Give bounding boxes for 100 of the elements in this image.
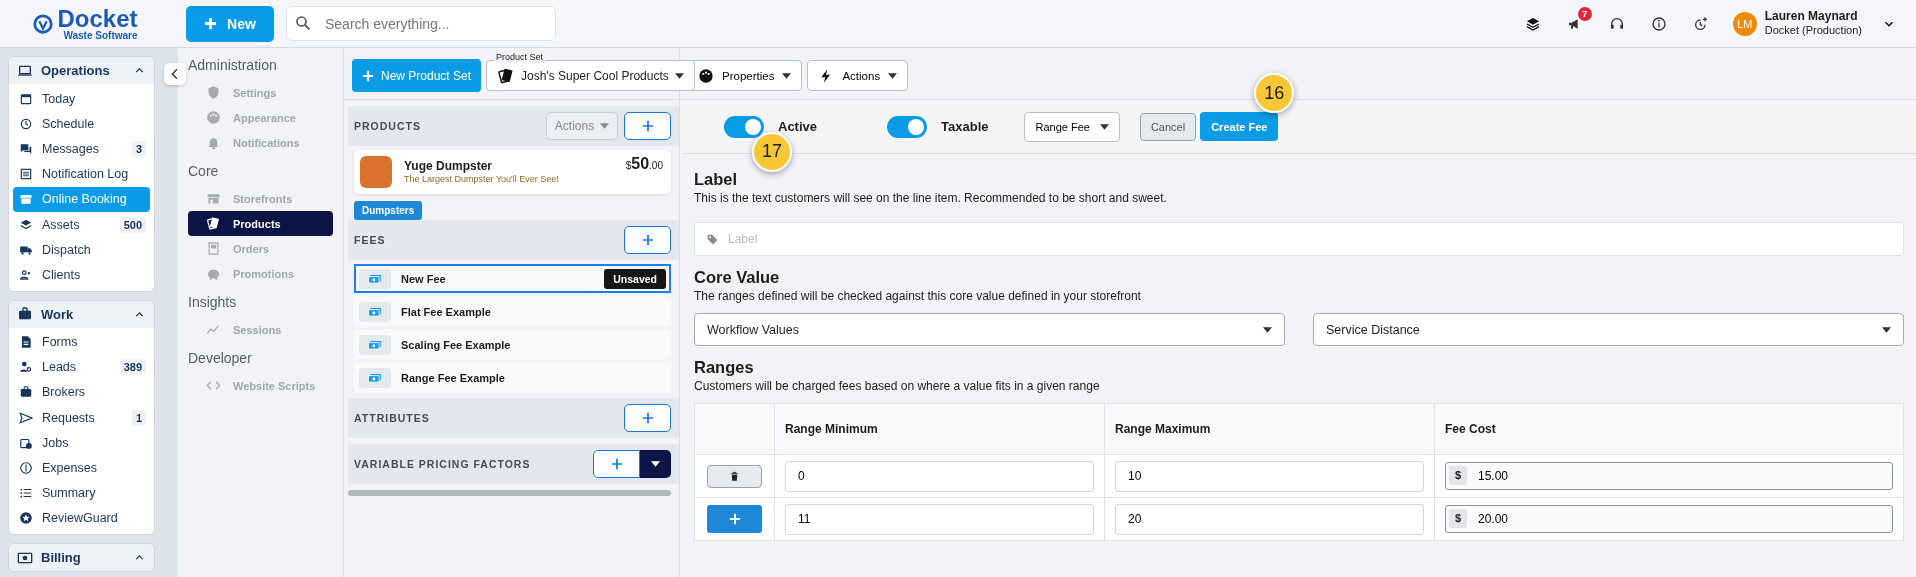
sidebar-item[interactable]: Jobs xyxy=(13,430,150,456)
range-minimum-input[interactable]: 11 xyxy=(785,503,1094,535)
toggle-switch[interactable] xyxy=(724,115,764,138)
section-title: VARIABLE PRICING FACTORS xyxy=(354,458,532,470)
star-circle-icon xyxy=(19,511,33,526)
sidebar-item-label: ReviewGuard xyxy=(42,511,119,526)
receipt-icon xyxy=(206,241,221,256)
nav-item-label: Settings xyxy=(233,86,277,99)
briefcase-icon xyxy=(19,385,33,400)
fee-item[interactable]: New Fee Unsaved xyxy=(354,264,671,293)
range-minimum-input[interactable]: 0 xyxy=(785,460,1094,492)
clock-plus-icon[interactable] xyxy=(1692,15,1709,32)
fee-name: Scaling Fee Example xyxy=(401,338,512,351)
sidebar-item[interactable]: Schedule xyxy=(13,111,150,137)
cancel-button[interactable]: Cancel xyxy=(1139,112,1197,141)
select-field[interactable]: Service Distance xyxy=(1313,313,1904,346)
scrollbar[interactable] xyxy=(348,490,671,496)
sidebar-item-label: Online Booking xyxy=(42,192,128,207)
delete-row-button[interactable] xyxy=(707,464,762,488)
toggle-switch[interactable] xyxy=(887,115,928,138)
nav-group-title: Developer xyxy=(188,350,253,366)
layers-icon[interactable] xyxy=(1524,15,1541,32)
sidebar-item-label: Assets xyxy=(42,217,81,232)
search-field[interactable]: Search everything... xyxy=(286,6,556,41)
section-heading: Ranges xyxy=(694,358,755,377)
range-maximum-input[interactable]: 20 xyxy=(1115,503,1424,535)
add-row-button[interactable] xyxy=(707,505,762,533)
fee-item[interactable]: Range Fee Example xyxy=(354,363,671,392)
column-header: Range Maximum xyxy=(1104,403,1435,455)
sidebar-item[interactable]: Brokers xyxy=(13,379,150,406)
sidebar-item[interactable]: Clients xyxy=(13,262,150,288)
storefront-icon xyxy=(19,192,33,207)
sidebar-item-label: Requests xyxy=(42,410,96,425)
plus-icon xyxy=(362,69,374,82)
caret-icon xyxy=(888,72,898,79)
add-button[interactable] xyxy=(593,450,640,478)
unsaved-badge: Unsaved xyxy=(604,268,666,289)
money-icon xyxy=(368,306,382,317)
sidebar-item-label: Today xyxy=(42,91,77,106)
coin-icon xyxy=(19,461,33,476)
dropdown-toggle-button[interactable] xyxy=(640,450,671,478)
sidebar-item[interactable]: Summary xyxy=(13,480,150,506)
sidebar-item-label: Expenses xyxy=(42,461,98,476)
select-field[interactable]: Workflow Values xyxy=(694,313,1285,346)
sidebar-item[interactable]: Notification Log xyxy=(13,161,150,187)
fee-item[interactable]: Flat Fee Example xyxy=(354,297,671,326)
list-icon xyxy=(19,167,33,182)
user-name: Lauren Maynard xyxy=(1764,10,1859,25)
sidebar-item[interactable]: ReviewGuard xyxy=(13,505,150,531)
nav-group-title: Insights xyxy=(188,294,238,310)
money-icon xyxy=(368,273,382,284)
headset-icon[interactable] xyxy=(1608,15,1625,32)
caret-icon xyxy=(600,123,610,129)
sidebar-item[interactable]: Expenses xyxy=(13,455,150,481)
sidebar-item[interactable]: Forms xyxy=(13,329,150,355)
caret-icon xyxy=(1882,326,1891,333)
layers-icon xyxy=(19,217,33,232)
sidebar-item-label: Brokers xyxy=(42,385,87,400)
shield-icon xyxy=(206,85,221,100)
sidebar-item[interactable]: Dispatch xyxy=(13,237,150,263)
range-maximum-input[interactable]: 10 xyxy=(1115,460,1424,492)
sidebar-item[interactable]: Requests 1 xyxy=(13,405,150,431)
plus-icon xyxy=(641,120,654,132)
product-image-placeholder xyxy=(360,156,392,188)
info-icon[interactable] xyxy=(1650,15,1667,32)
step-callout: 17 xyxy=(752,131,792,172)
product-set-value: Josh's Super Cool Products xyxy=(521,68,669,83)
sidebar-item-label: Jobs xyxy=(42,435,70,450)
caret-icon xyxy=(651,461,660,467)
fee-item[interactable]: Scaling Fee Example xyxy=(354,330,671,359)
section-help-text: This is the text customers will see on the line item. Recommended to be short and sweet. xyxy=(694,191,1168,205)
sidebar-item-label: Forms xyxy=(42,335,79,350)
nav-item-label: Orders xyxy=(233,242,270,255)
actions-button[interactable]: Actions xyxy=(807,60,909,91)
sidebar-item-label: Schedule xyxy=(42,116,96,131)
sidebar-item[interactable]: Messages 3 xyxy=(13,136,150,162)
sidebar-item[interactable]: Assets 500 xyxy=(13,211,150,238)
send-icon xyxy=(19,410,33,425)
collapse-sidebar-button[interactable] xyxy=(164,63,186,85)
product-card[interactable]: Yuge Dumpster The Largest Dumpster You'll Ever See! $50.00 xyxy=(354,150,671,194)
add-button[interactable] xyxy=(624,112,671,140)
count-badge: 1 xyxy=(131,409,146,426)
column-header: Fee Cost xyxy=(1434,403,1904,455)
sidebar-item-label: Dispatch xyxy=(42,242,92,257)
nav-group-title: Administration xyxy=(188,57,278,73)
label-input-field[interactable]: Label xyxy=(694,222,1904,256)
add-button[interactable] xyxy=(624,226,671,254)
section-help-text: Customers will be charged fees based on where a value fits in a given range xyxy=(694,379,1101,393)
nav-item-label: Website Scripts xyxy=(233,379,316,392)
product-set-select[interactable]: Josh's Super Cool Products xyxy=(486,60,695,91)
add-button[interactable] xyxy=(624,404,671,432)
section-title: FEES xyxy=(354,234,387,246)
nav-item-label: Notifications xyxy=(233,136,300,149)
nav-item[interactable]: Products xyxy=(188,211,333,236)
plus-icon xyxy=(610,458,623,470)
sidebar-item[interactable]: Today xyxy=(13,86,150,112)
money-icon xyxy=(368,339,382,350)
sidebar-item[interactable]: Leads 389 xyxy=(13,354,150,380)
category-tag[interactable]: Dumpsters xyxy=(354,201,423,220)
fee-type-select[interactable]: Range Fee xyxy=(1024,111,1120,142)
